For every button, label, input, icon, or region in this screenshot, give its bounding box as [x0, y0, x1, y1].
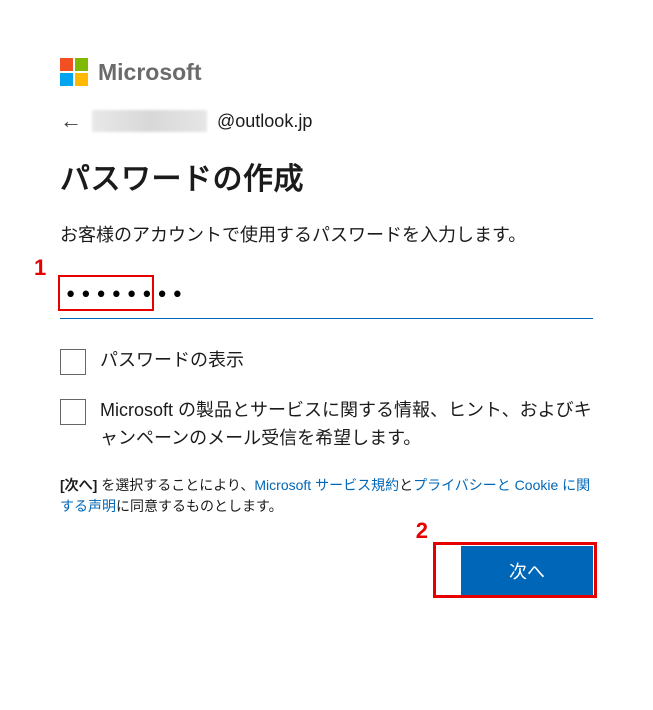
microsoft-logo-icon	[60, 58, 88, 86]
annotation-step-2: 2	[416, 518, 428, 544]
brand-header: Microsoft	[60, 58, 593, 86]
show-password-label: パスワードの表示	[100, 347, 244, 375]
brand-name: Microsoft	[98, 59, 202, 86]
show-password-row: パスワードの表示	[60, 347, 593, 375]
password-input[interactable]	[60, 277, 593, 319]
identity-row: ← @outlook.jp	[60, 108, 593, 134]
marketing-optin-row: Microsoft の製品とサービスに関する情報、ヒント、およびキャンペーンのメ…	[60, 397, 593, 453]
redacted-username	[92, 110, 207, 132]
legal-prefix: [次へ]	[60, 477, 97, 493]
legal-agreement-text: [次へ] を選択することにより、Microsoft サービス規約とプライバシーと…	[60, 475, 593, 518]
next-button[interactable]: 次へ	[461, 546, 593, 596]
page-title: パスワードの作成	[60, 154, 593, 198]
button-row: 2 次へ	[60, 546, 593, 596]
legal-text-1: を選択することにより、	[97, 477, 254, 493]
email-domain-suffix: @outlook.jp	[217, 111, 312, 132]
marketing-optin-label: Microsoft の製品とサービスに関する情報、ヒント、およびキャンペーンのメ…	[100, 397, 593, 453]
marketing-optin-checkbox[interactable]	[60, 399, 86, 425]
password-field-wrapper: 1	[60, 277, 593, 319]
show-password-checkbox[interactable]	[60, 349, 86, 375]
legal-text-3: に同意するものとします。	[116, 498, 283, 514]
instruction-text: お客様のアカウントで使用するパスワードを入力します。	[60, 222, 593, 249]
legal-text-2: と	[399, 477, 413, 493]
annotation-step-1: 1	[34, 255, 46, 281]
tos-link[interactable]: Microsoft サービス規約	[254, 477, 399, 493]
back-arrow-icon[interactable]: ←	[60, 108, 82, 134]
